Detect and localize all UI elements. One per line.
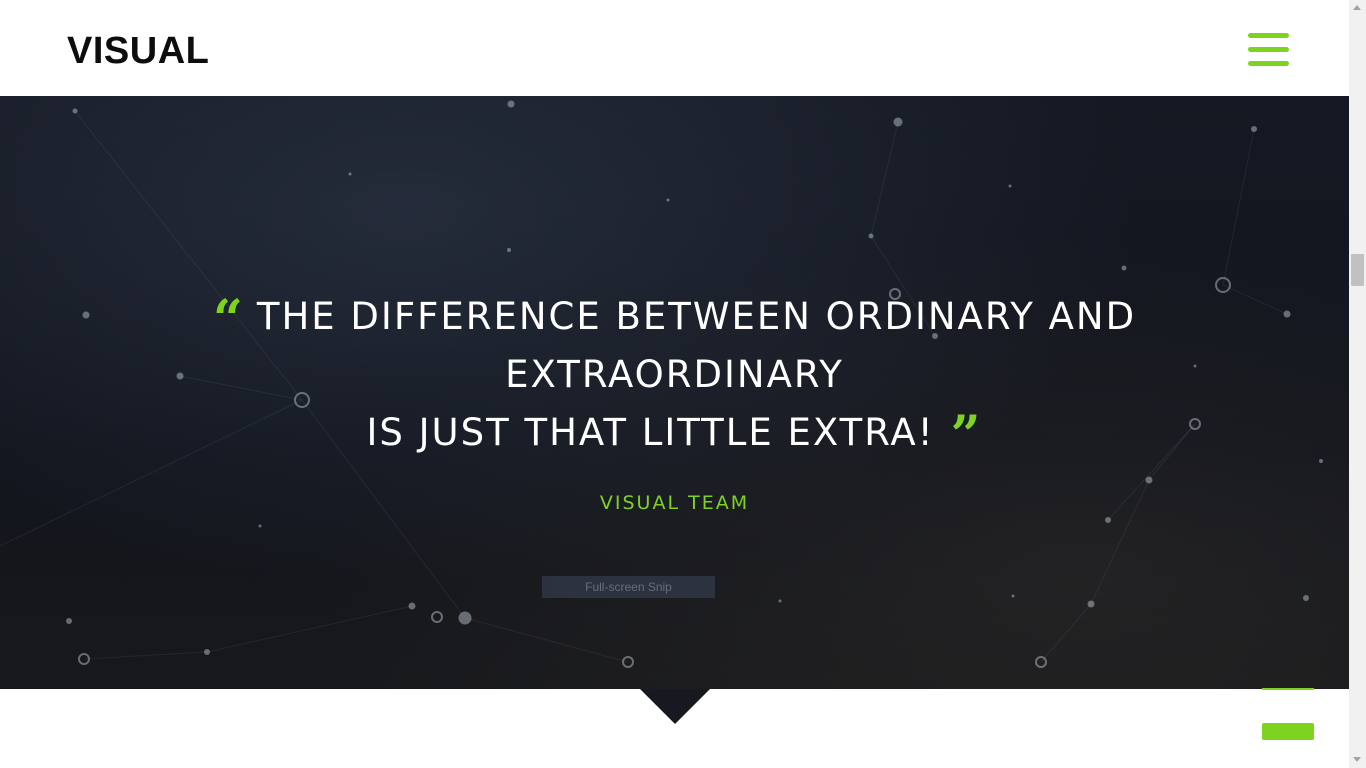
quote-open-icon: “: [212, 289, 245, 350]
quote-line-2: EXTRAORDINARY: [505, 353, 844, 396]
quote-line-1: THE DIFFERENCE BETWEEN ORDINARY AND: [256, 295, 1137, 338]
menu-bar: [1248, 47, 1289, 52]
scrollbar-thumb[interactable]: [1351, 254, 1364, 286]
scroll-up-arrow-icon[interactable]: [1353, 5, 1361, 10]
site-header: VISUAL: [0, 0, 1349, 96]
hero-quote: “THE DIFFERENCE BETWEEN ORDINARY AND EXT…: [0, 288, 1349, 462]
quote-line: IS JUST THAT LITTLE EXTRA!”: [0, 404, 1349, 462]
full-screen-snip-overlay: Full-screen Snip: [542, 576, 715, 598]
scroll-to-top-button[interactable]: [1262, 723, 1314, 740]
menu-bar: [1248, 33, 1289, 38]
scroll-down-arrow-icon[interactable]: [1353, 757, 1361, 762]
quote-line: “THE DIFFERENCE BETWEEN ORDINARY AND: [0, 288, 1349, 346]
menu-bar: [1248, 61, 1289, 66]
hero-section: “THE DIFFERENCE BETWEEN ORDINARY AND EXT…: [0, 96, 1349, 689]
section-down-arrow-icon: [640, 689, 710, 724]
site-logo[interactable]: VISUAL: [67, 30, 209, 72]
quote-line-3: IS JUST THAT LITTLE EXTRA!: [366, 411, 935, 454]
page-scrollbar[interactable]: [1349, 0, 1366, 768]
quote-close-icon: ”: [950, 405, 983, 466]
quote-author: VISUAL TEAM: [599, 492, 750, 514]
accent-tab: [1262, 688, 1314, 690]
hamburger-menu-button[interactable]: [1248, 33, 1289, 67]
